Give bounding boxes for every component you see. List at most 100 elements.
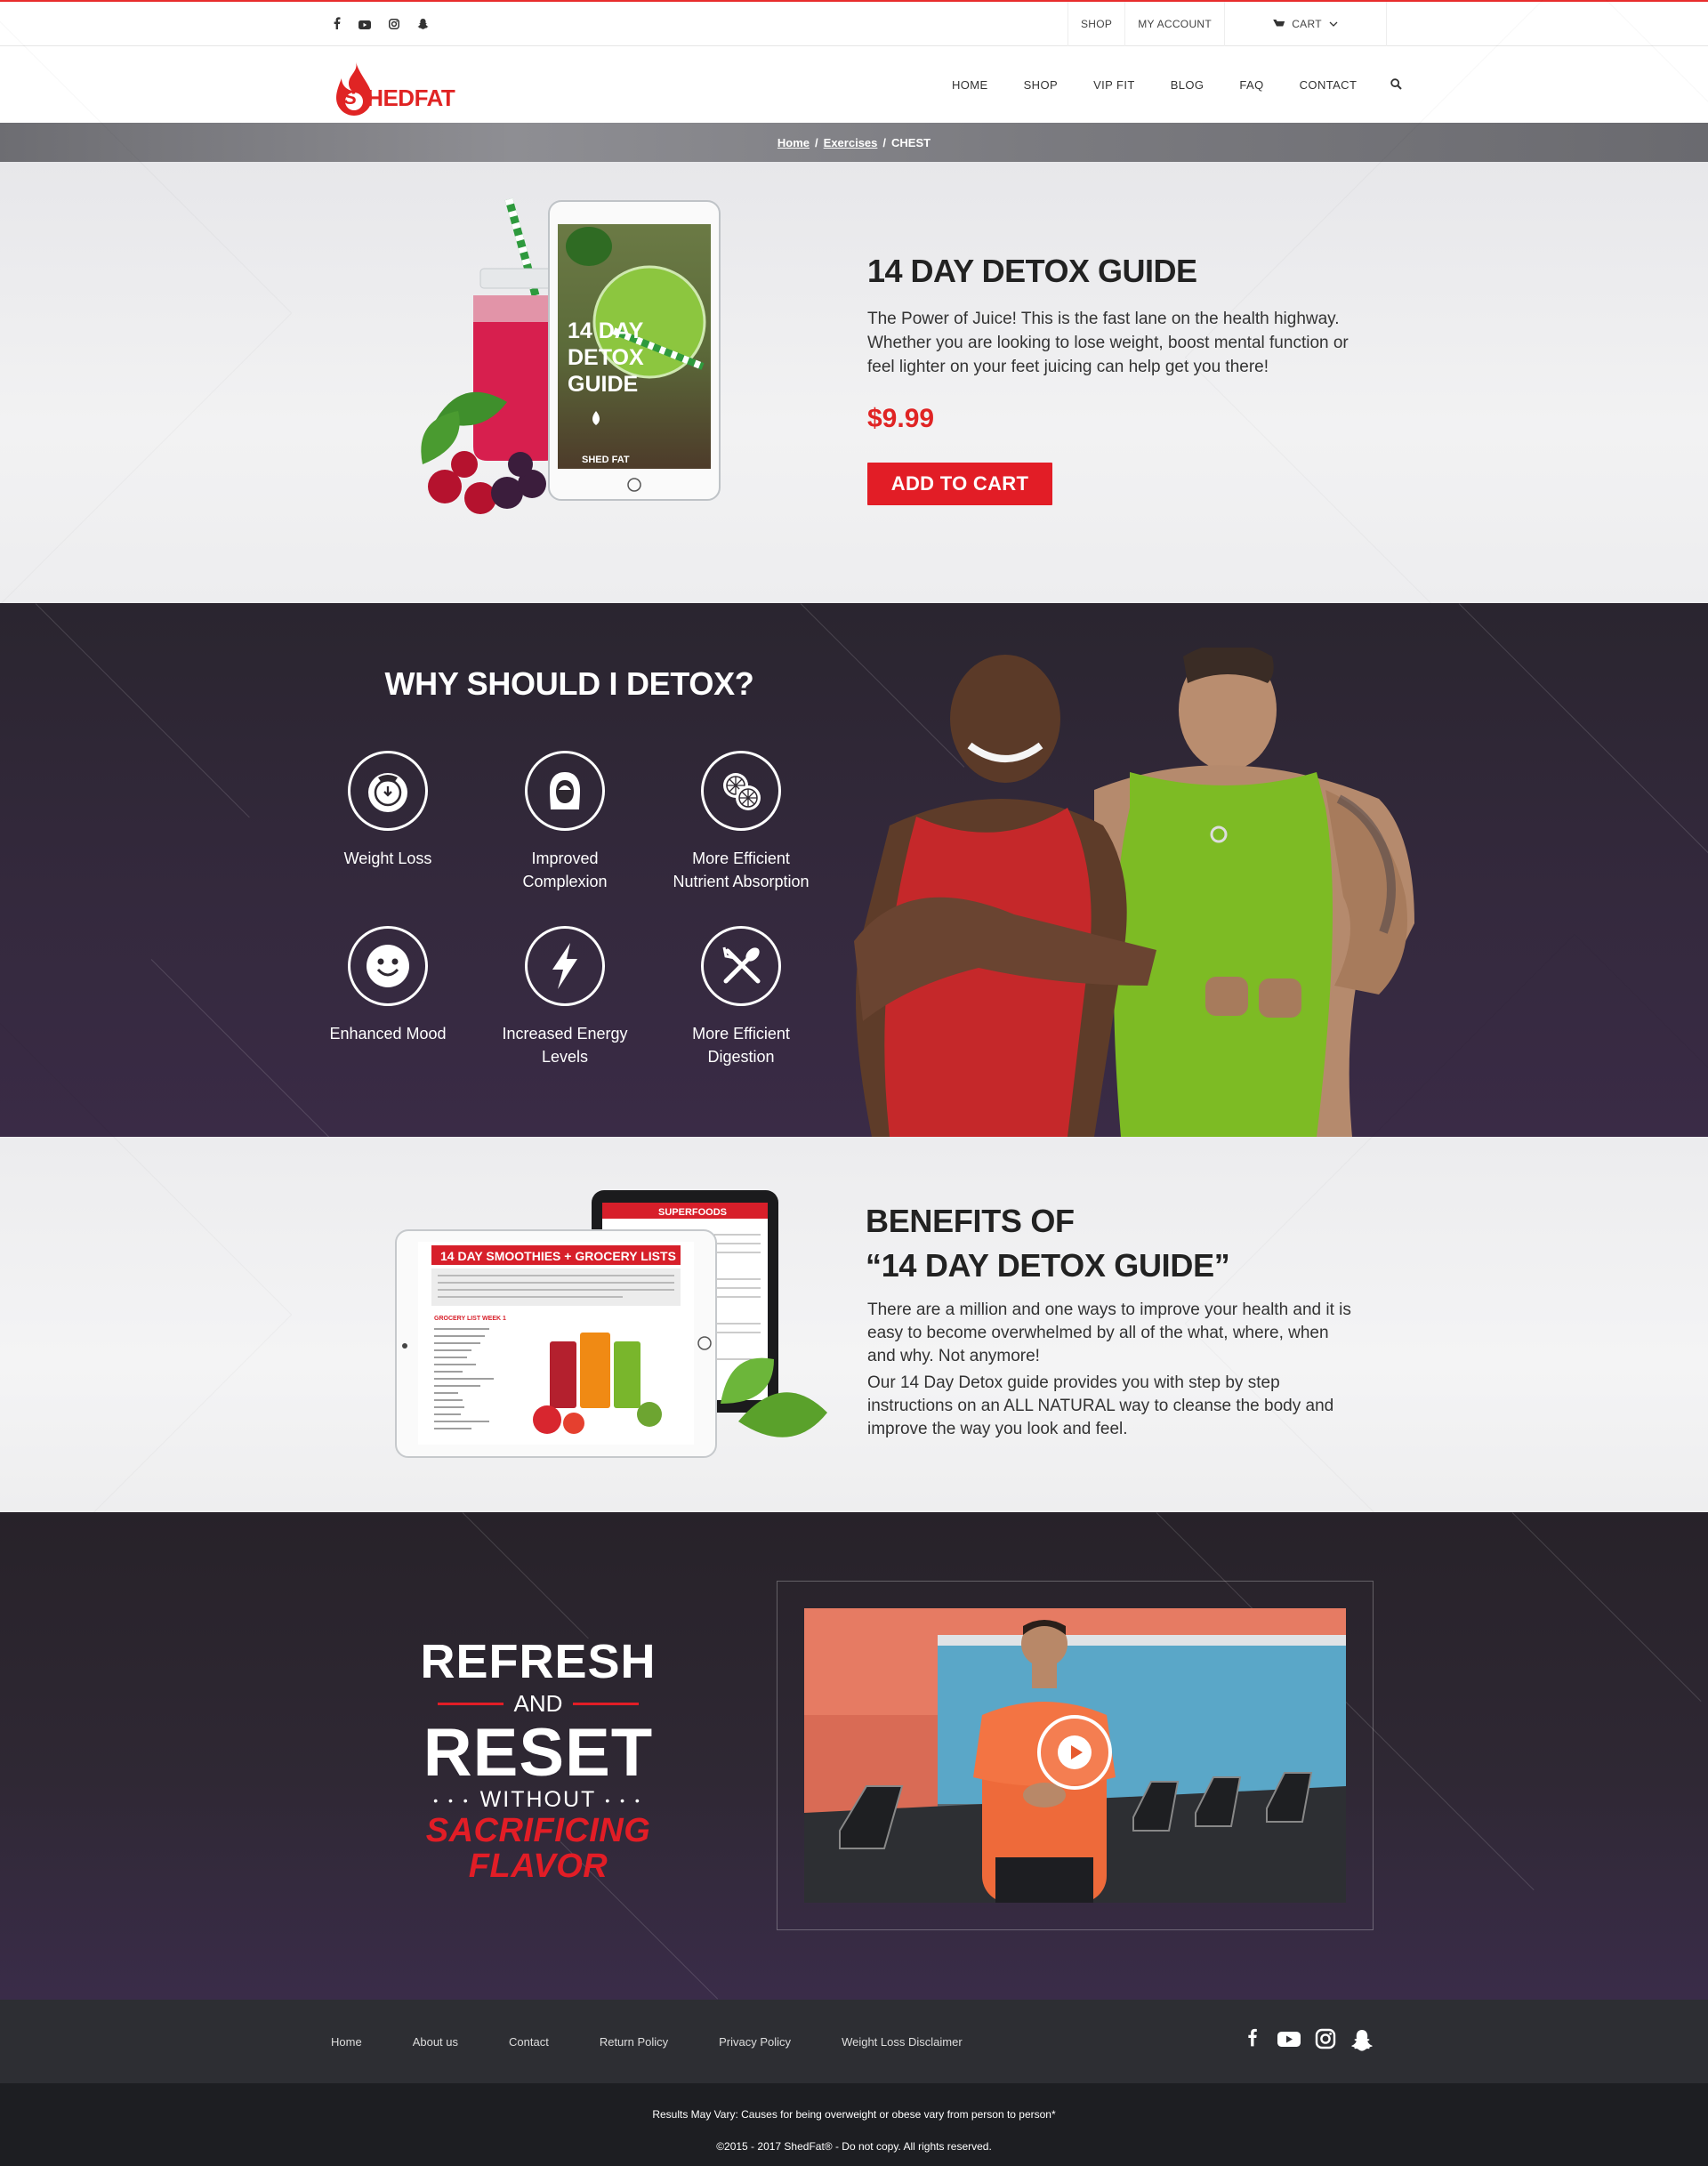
- breadcrumb-exercises[interactable]: Exercises: [824, 136, 878, 149]
- decorative-line: [1458, 603, 1708, 868]
- nav-vip-fit[interactable]: VIP FIT: [1093, 78, 1135, 92]
- tablet-header: 14 DAY SMOOTHIES + GROCERY LISTS: [440, 1249, 676, 1263]
- promo-and: AND: [418, 1690, 658, 1718]
- top-links: SHOP MY ACCOUNT CART: [1068, 2, 1388, 46]
- facebook-icon[interactable]: [1242, 2028, 1263, 2056]
- promo-dots: • • •: [433, 1792, 471, 1808]
- tablet-back-header: SUPERFOODS: [658, 1207, 727, 1218]
- tablet-brand: SHED FAT: [582, 455, 630, 465]
- feature-weight-loss: Weight Loss: [299, 751, 477, 870]
- footer-social-links: [1242, 2028, 1374, 2056]
- feature-label: More Efficient: [692, 1025, 790, 1043]
- footer-link-return-policy[interactable]: Return Policy: [600, 2035, 668, 2049]
- youtube-icon[interactable]: [1277, 2028, 1301, 2056]
- nav-faq[interactable]: FAQ: [1239, 78, 1263, 92]
- benefits-section: SUPERFOODS 14 DAY SMOOTHIES + GROCERY LI…: [0, 1137, 1708, 1512]
- footer-link-weight-loss-disclaimer[interactable]: Weight Loss Disclaimer: [842, 2035, 963, 2049]
- feature-label: Digestion: [707, 1048, 775, 1066]
- youtube-icon[interactable]: [359, 18, 371, 34]
- benefits-title-line2: “14 DAY DETOX GUIDE”: [866, 1247, 1230, 1284]
- page: SHOP MY ACCOUNT CART S HEDFAT HOME SHOP V…: [0, 0, 1708, 2166]
- scale-icon: [348, 751, 428, 831]
- cart-dropdown[interactable]: CART: [1224, 2, 1388, 46]
- footer-link-privacy-policy[interactable]: Privacy Policy: [719, 2035, 791, 2049]
- promo-dots: • • •: [605, 1792, 643, 1808]
- footer-links: Home About us Contact Return Policy Priv…: [331, 2000, 1013, 2083]
- product-description: The Power of Juice! This is the fast lan…: [867, 310, 1349, 376]
- promo-and-text: AND: [513, 1690, 563, 1717]
- feature-label: Complexion: [522, 873, 608, 890]
- shedfat-logo[interactable]: S HEDFAT: [336, 55, 455, 116]
- nav-shop[interactable]: SHOP: [1024, 78, 1058, 92]
- top-shop-link[interactable]: SHOP: [1068, 2, 1124, 46]
- tablet-title-line3: GUIDE: [568, 372, 638, 397]
- feature-nutrient-absorption: More Efficient Nutrient Absorption: [652, 751, 830, 893]
- play-button[interactable]: [1037, 1715, 1112, 1790]
- promo-refresh: REFRESH: [420, 1635, 657, 1688]
- snapchat-icon[interactable]: [417, 18, 429, 34]
- promo-without: • • • WITHOUT • • •: [418, 1787, 658, 1813]
- chevron-down-icon: [1329, 21, 1338, 27]
- nav-home[interactable]: HOME: [952, 78, 988, 92]
- feature-enhanced-mood: Enhanced Mood: [299, 926, 477, 1045]
- decorative-line: [35, 603, 250, 818]
- breadcrumb-home[interactable]: Home: [777, 136, 810, 149]
- facebook-icon[interactable]: [334, 17, 341, 34]
- promo-sacrificing: SACRIFICING: [425, 1812, 651, 1849]
- promo-video-section: REFRESH AND RESET • • • WITHOUT • • • SACR…: [0, 1512, 1708, 2000]
- decorative-line: [462, 1512, 589, 1639]
- cart-icon: [1273, 20, 1285, 27]
- smiley-icon: [348, 926, 428, 1006]
- promo-without-text: WITHOUT: [479, 1787, 597, 1812]
- footer: Home About us Contact Return Policy Priv…: [0, 2000, 1708, 2083]
- cart-label: CART: [1292, 18, 1322, 30]
- product-image: 14 DAY DETOX GUIDE SHED FAT: [383, 197, 774, 544]
- footer-link-home[interactable]: Home: [331, 2035, 362, 2049]
- feature-label: Nutrient Absorption: [673, 873, 810, 890]
- nav-blog[interactable]: BLOG: [1171, 78, 1204, 92]
- add-to-cart-button[interactable]: ADD TO CART: [867, 463, 1052, 505]
- instagram-icon[interactable]: [1315, 2028, 1336, 2056]
- copyright-bar: Results May Vary: Causes for being overw…: [0, 2083, 1708, 2166]
- feature-label: Increased Energy: [502, 1025, 628, 1043]
- top-bar: SHOP MY ACCOUNT CART: [0, 0, 1708, 46]
- footer-link-contact[interactable]: Contact: [509, 2035, 549, 2049]
- benefits-tablet-image: SUPERFOODS 14 DAY SMOOTHIES + GROCERY LI…: [391, 1190, 836, 1466]
- search-icon[interactable]: [1390, 78, 1403, 91]
- breadcrumb-current: CHEST: [891, 135, 931, 149]
- citrus-icon: [701, 751, 781, 831]
- feature-increased-energy: Increased Energy Levels: [476, 926, 654, 1068]
- nav-contact[interactable]: CONTACT: [1300, 78, 1358, 92]
- feature-label: Enhanced Mood: [329, 1025, 447, 1043]
- benefits-paragraph: Our 14 Day Detox guide provides you with…: [867, 1373, 1334, 1438]
- feature-label: Levels: [541, 1048, 589, 1066]
- product-price: $9.99: [867, 404, 935, 433]
- fork-spoon-icon: [701, 926, 781, 1006]
- my-account-link[interactable]: MY ACCOUNT: [1124, 2, 1224, 46]
- snapchat-icon[interactable]: [1350, 2028, 1374, 2056]
- breadcrumb-separator: /: [882, 135, 887, 149]
- promo-flavor: FLAVOR: [468, 1848, 608, 1885]
- feature-digestion: More Efficient Digestion: [652, 926, 830, 1068]
- product-hero: 14 DAY DETOX GUIDE SHED FAT 14 DAY DETOX…: [0, 162, 1708, 603]
- breadcrumb-separator: /: [815, 135, 818, 149]
- instagram-icon[interactable]: [389, 18, 399, 34]
- main-nav: HOME SHOP VIP FIT BLOG FAQ CONTACT: [916, 46, 1403, 123]
- lightning-icon: [525, 926, 605, 1006]
- top-social-links: [334, 17, 429, 34]
- results-disclaimer: Results May Vary: Causes for being overw…: [652, 2108, 1056, 2121]
- play-icon: [1058, 1735, 1092, 1769]
- feature-label: Improved: [531, 849, 599, 867]
- feature-improved-complexion: Improved Complexion: [476, 751, 654, 893]
- video-player[interactable]: [804, 1608, 1346, 1903]
- benefits-title-line1: BENEFITS OF: [866, 1203, 1075, 1239]
- logo-wordmark: S HEDFAT: [343, 85, 455, 111]
- trainers-photo: [854, 643, 1423, 1137]
- video-frame: [777, 1581, 1374, 1930]
- refresh-reset-graphic: REFRESH AND RESET • • • WITHOUT • • • SACR…: [418, 1637, 658, 1884]
- product-title: 14 DAY DETOX GUIDE: [867, 253, 1197, 289]
- benefits-title: BENEFITS OF “14 DAY DETOX GUIDE”: [866, 1199, 1230, 1288]
- footer-link-about[interactable]: About us: [413, 2035, 458, 2049]
- benefits-text: There are a million and one ways to impr…: [867, 1299, 1361, 1441]
- face-icon: [525, 751, 605, 831]
